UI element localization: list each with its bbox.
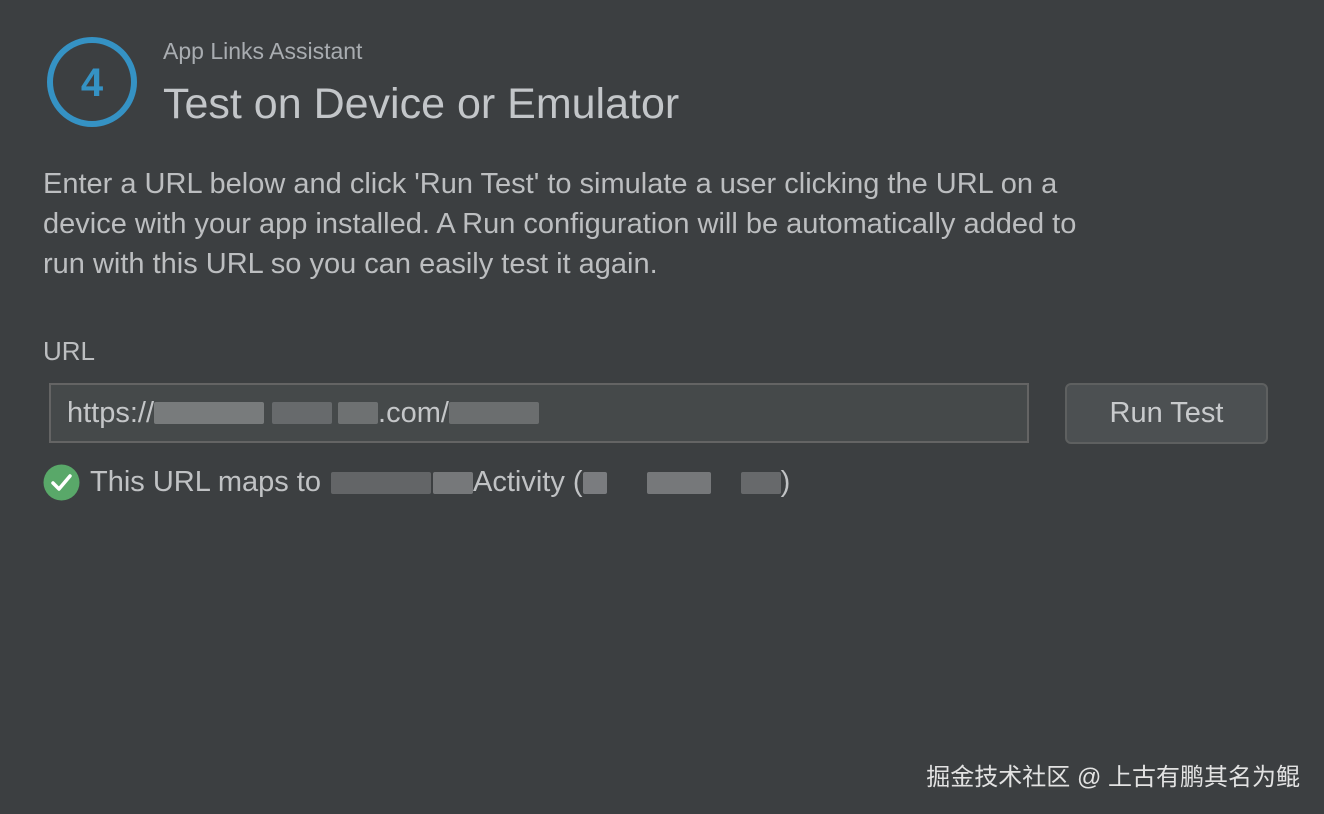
- description-line: Enter a URL below and click 'Run Test' t…: [43, 168, 1058, 200]
- redacted-segment: [448, 402, 539, 424]
- description-line: device with your app installed. A Run co…: [43, 208, 1077, 240]
- redacted-segment: [154, 402, 265, 424]
- watermark: 掘金技术社区 @ 上古有鹏其名为鲲: [926, 764, 1300, 791]
- run-test-button[interactable]: Run Test: [1065, 383, 1268, 444]
- redacted-segment: [646, 471, 711, 494]
- url-label: URL: [43, 336, 96, 366]
- page-title: Test on Device or Emulator: [163, 80, 680, 128]
- url-value-middle: .com/: [378, 396, 449, 429]
- redacted-segment: [582, 471, 607, 494]
- description-line: run with this URL so you can easily test…: [43, 248, 658, 280]
- step-number: 4: [81, 61, 104, 105]
- url-mapping-status: This URL maps to Activity ( ): [43, 464, 790, 501]
- step-number-badge: 4: [45, 35, 139, 129]
- redacted-segment: [331, 471, 431, 494]
- redacted-segment: [433, 471, 473, 494]
- check-circle-icon: [43, 464, 80, 501]
- url-value-prefix: https://: [67, 396, 155, 429]
- status-text-prefix: This URL maps to: [90, 466, 321, 498]
- activity-name-suffix: Activity (: [473, 466, 583, 498]
- assistant-name: App Links Assistant: [163, 38, 363, 64]
- status-close-paren: ): [780, 466, 791, 498]
- url-input[interactable]: https:// .com/: [49, 383, 1029, 443]
- redacted-segment: [338, 402, 379, 424]
- step-circle-icon: 4: [47, 37, 137, 127]
- redacted-segment: [272, 402, 333, 424]
- redacted-segment: [740, 471, 781, 494]
- description-text: Enter a URL below and click 'Run Test' t…: [43, 164, 1263, 284]
